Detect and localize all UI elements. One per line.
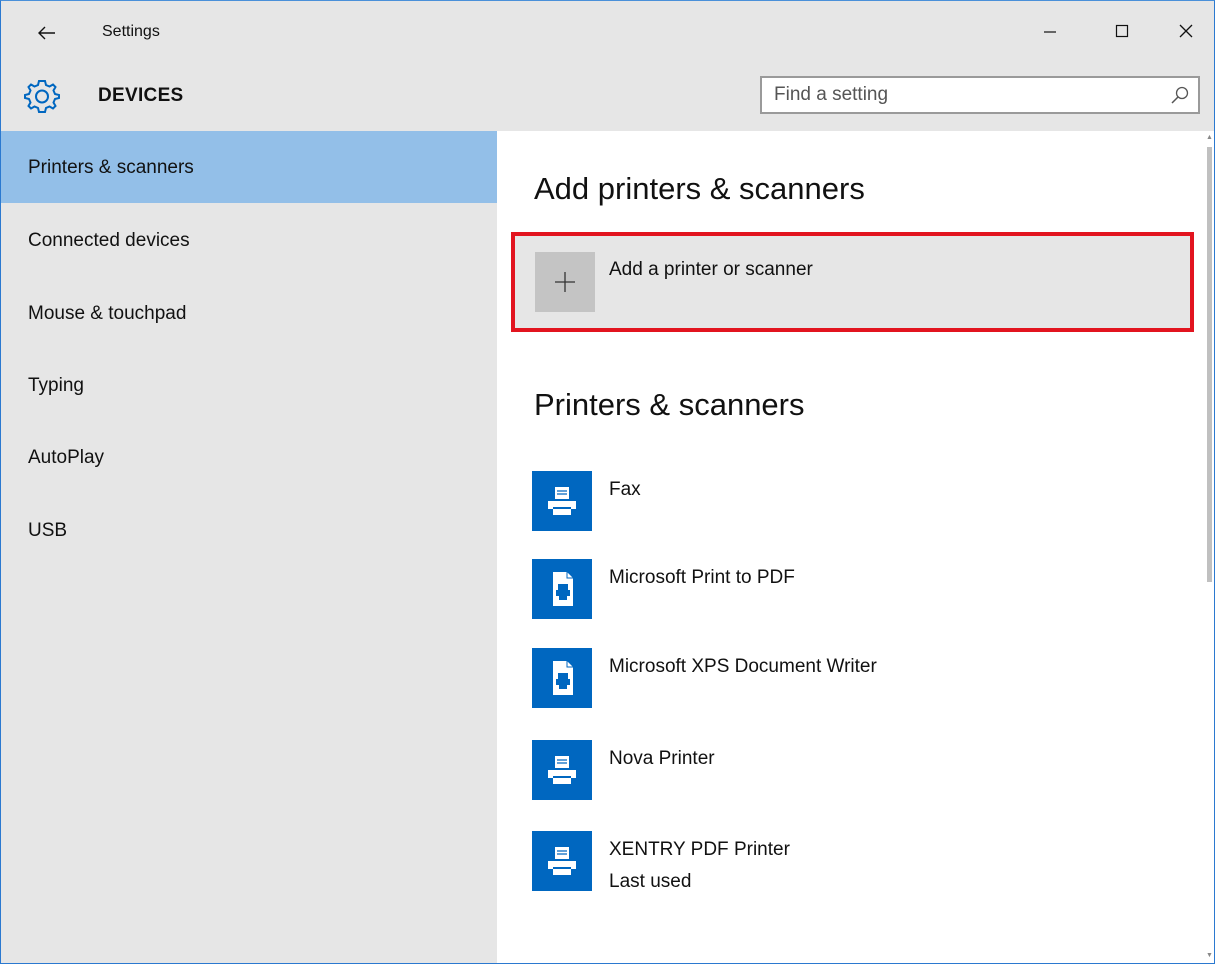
sidebar-item-connected-devices[interactable]: Connected devices [1,203,497,275]
printer-icon [532,831,592,891]
printer-glyph [548,847,576,875]
scroll-down-arrow-icon[interactable]: ▼ [1205,951,1214,961]
printer-item-fax[interactable]: Fax [532,471,1132,551]
printer-name: Microsoft XPS Document Writer [609,656,877,677]
printer-status: Last used [609,871,692,892]
close-button[interactable] [1163,13,1209,49]
printer-icon [532,740,592,800]
back-arrow-icon [38,26,55,40]
sidebar-item-label: AutoPlay [28,447,105,468]
sidebar-item-label: Mouse & touchpad [28,303,187,324]
printer-item-microsoft-xps-document-writer[interactable]: Microsoft XPS Document Writer [532,648,1132,728]
printer-icon [532,471,592,531]
minimize-icon [1044,31,1056,33]
sidebar-item-label: Printers & scanners [28,157,194,178]
sidebar-item-label: Typing [28,375,84,396]
document-printer-icon [532,559,592,619]
sidebar: Printers & scanners Connected devices Mo… [1,131,497,963]
document-printer-glyph [553,572,573,606]
gear-icon [24,80,60,113]
printer-name: Microsoft Print to PDF [609,567,795,588]
close-icon [1179,24,1193,38]
main-content: Add printers & scanners Add a printer or… [497,131,1205,963]
search-input[interactable] [762,78,1157,112]
section-title: DEVICES [98,85,184,106]
printer-item-microsoft-print-to-pdf[interactable]: Microsoft Print to PDF [532,559,1132,639]
window-title: Settings [102,23,160,40]
add-printers-heading: Add printers & scanners [534,171,865,206]
printer-name: XENTRY PDF Printer [609,839,790,860]
sidebar-item-typing[interactable]: Typing [1,347,497,419]
printer-name: Fax [609,479,641,500]
printer-item-nova-printer[interactable]: Nova Printer [532,740,1132,820]
maximize-button[interactable] [1099,13,1145,49]
search-icon[interactable] [1170,85,1190,105]
settings-window: Settings DEVICES Printers & scann [0,0,1215,964]
printer-name: Nova Printer [609,748,715,769]
plus-tile [535,252,595,312]
add-printer-button[interactable]: Add a printer or scanner [511,232,1194,332]
scroll-up-arrow-icon[interactable]: ▲ [1205,133,1214,143]
add-printer-label: Add a printer or scanner [609,259,813,280]
scrollbar[interactable]: ▲ ▼ [1205,131,1214,963]
document-printer-glyph [553,661,573,695]
printer-item-xentry-pdf-printer[interactable]: XENTRY PDF Printer Last used [532,831,1132,911]
back-button[interactable] [23,15,71,51]
sidebar-item-label: USB [28,520,68,541]
maximize-icon [1115,24,1129,38]
plus-icon [555,272,575,292]
sidebar-item-mouse-touchpad[interactable]: Mouse & touchpad [1,275,497,347]
printers-list-heading: Printers & scanners [534,387,805,422]
title-bar: Settings DEVICES [1,1,1214,131]
minimize-button[interactable] [1027,13,1073,49]
document-printer-icon [532,648,592,708]
printer-glyph [548,487,576,515]
sidebar-item-printers-scanners[interactable]: Printers & scanners [1,131,497,203]
sidebar-item-usb[interactable]: USB [1,491,497,563]
search-box[interactable] [760,76,1200,114]
sidebar-item-autoplay[interactable]: AutoPlay [1,419,497,491]
sidebar-item-label: Connected devices [28,230,190,251]
scroll-thumb[interactable] [1207,147,1212,582]
printer-glyph [548,756,576,784]
